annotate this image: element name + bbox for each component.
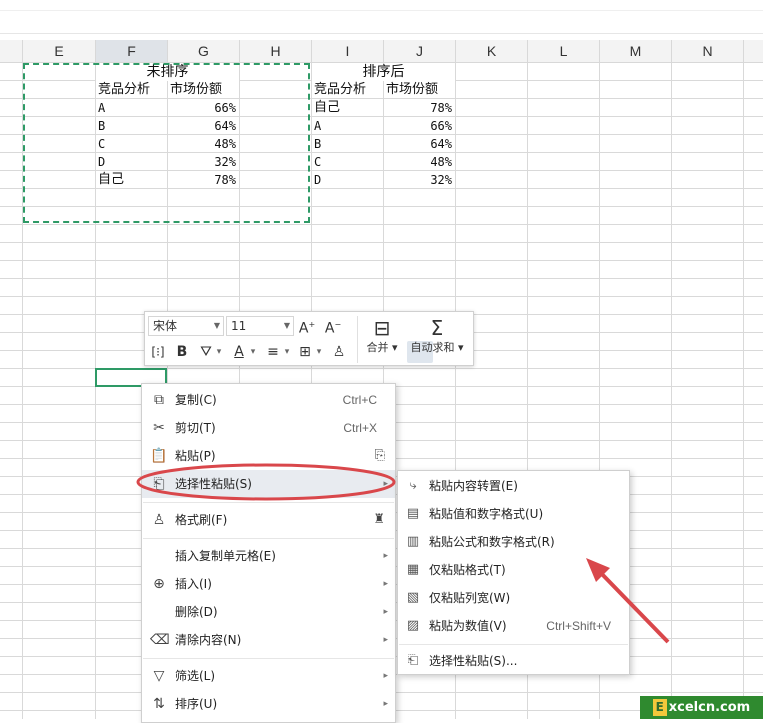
annotation-layer bbox=[136, 463, 670, 644]
annotation-arrow-shaft bbox=[596, 568, 670, 644]
watermark-logo-letter: E bbox=[652, 699, 667, 716]
site-watermark: Excelcn.com bbox=[640, 696, 763, 719]
watermark-text: xcelcn.com bbox=[668, 700, 751, 715]
highlight-ellipse bbox=[136, 463, 396, 501]
